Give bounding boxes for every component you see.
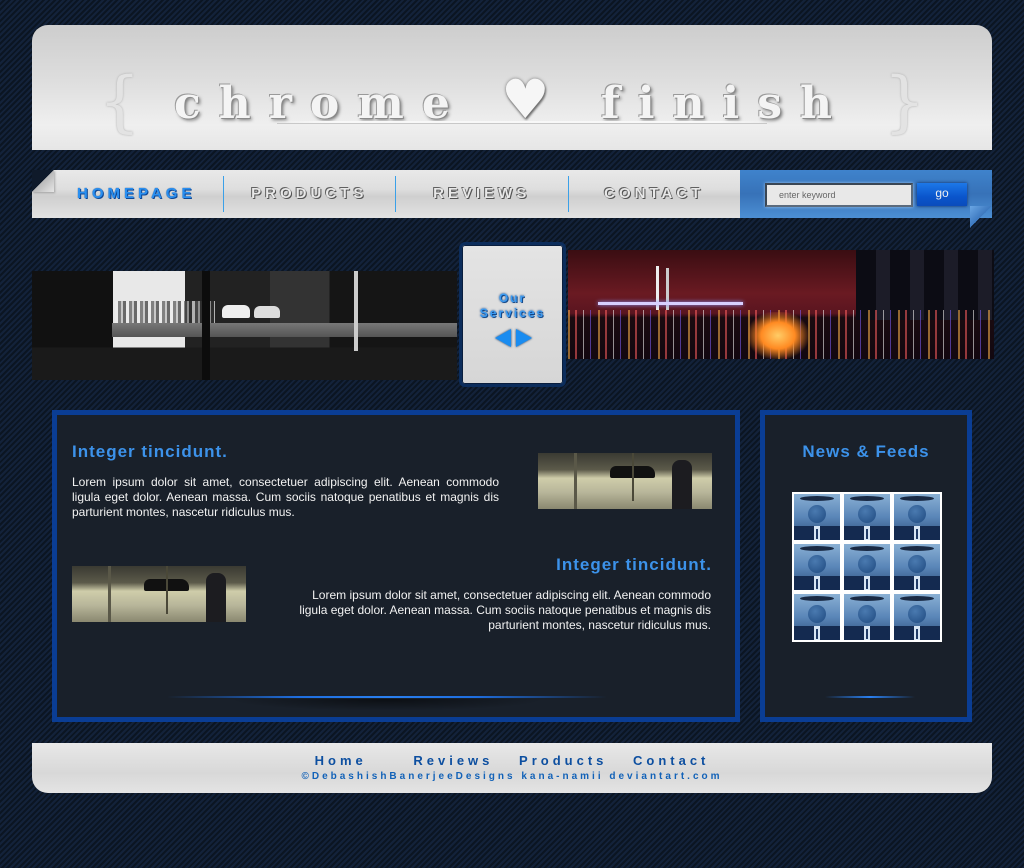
news-thumbnail-apple: [858, 505, 876, 523]
site-footer: Home Reviews Products Contact ©Debashish…: [32, 743, 992, 793]
glow-divider: [167, 696, 607, 698]
banner-image-harbor-night: [568, 250, 994, 359]
news-thumbnail-hat: [850, 596, 884, 601]
news-thumbnail-tie: [864, 576, 870, 590]
nav-item-homepage[interactable]: HOMEPAGE: [50, 176, 223, 212]
logo-left-brace: {: [98, 63, 141, 140]
news-thumbnail[interactable]: [842, 542, 892, 592]
site-logo[interactable]: { chrome ♥ finish }: [32, 63, 992, 140]
logo-underline: [277, 121, 767, 123]
news-thumbnail[interactable]: [842, 492, 892, 542]
news-thumbnail-apple: [808, 505, 826, 523]
news-thumbnail-hat: [800, 496, 834, 501]
news-thumbnail-hat: [800, 546, 834, 551]
news-thumbnail-apple: [908, 605, 926, 623]
news-thumbnail-tie: [864, 626, 870, 640]
services-panel: Our Services: [459, 242, 566, 387]
footer-link-products[interactable]: Products: [519, 753, 607, 768]
nav-item-products[interactable]: PRODUCTS: [223, 176, 395, 212]
article-thumbnail[interactable]: [538, 453, 712, 509]
news-thumbnail[interactable]: [892, 592, 942, 642]
banner-bridge: [598, 302, 743, 305]
news-thumbnail-hat: [900, 546, 934, 551]
footer-link-reviews[interactable]: Reviews: [413, 753, 493, 768]
news-thumbnail-apple: [858, 605, 876, 623]
article-heading: Integer tincidunt.: [72, 442, 228, 461]
footer-nav: Home Reviews Products Contact: [32, 753, 992, 768]
banner-glow: [748, 312, 808, 359]
news-thumbnail-tie: [814, 576, 820, 590]
search-go-button[interactable]: go: [917, 183, 967, 206]
banner-pole: [202, 271, 210, 380]
article-body: Lorem ipsum dolor sit amet, consectetuer…: [72, 475, 499, 519]
news-thumbnail[interactable]: [842, 592, 892, 642]
article-body: Lorem ipsum dolor sit amet, consectetuer…: [299, 588, 711, 632]
arrow-right-icon[interactable]: [516, 329, 532, 347]
thumb-pole: [632, 453, 634, 501]
news-thumbnail-apple: [808, 555, 826, 573]
news-thumbnail-tie: [864, 526, 870, 540]
search-corner-fold: [970, 206, 992, 228]
services-title-line1: Our: [498, 291, 527, 305]
news-thumbnail-tie: [814, 626, 820, 640]
footer-credit: ©DebashishBanerjeeDesigns kana-namii dev…: [301, 771, 723, 782]
search-input[interactable]: [765, 183, 913, 207]
footer-link-home[interactable]: Home: [315, 753, 367, 768]
news-thumbnail-apple: [908, 505, 926, 523]
footer-link-contact[interactable]: Contact: [633, 753, 709, 768]
news-thumbnail[interactable]: [792, 492, 842, 542]
thumb-person: [672, 460, 692, 509]
news-thumbnail-hat: [850, 546, 884, 551]
arrow-left-icon[interactable]: [495, 329, 511, 347]
news-thumbnail[interactable]: [792, 592, 842, 642]
banner-pole: [354, 271, 358, 351]
thumb-person: [206, 573, 226, 622]
main-content-panel: Integer tincidunt. Lorem ipsum dolor sit…: [52, 410, 740, 722]
banner-car: [222, 305, 250, 318]
search-bar: go: [740, 170, 992, 228]
banner-image-street: [32, 271, 457, 380]
glow-divider-shadow: [227, 699, 547, 711]
news-thumbnail-tie: [814, 526, 820, 540]
news-feeds-panel: News & Feeds: [760, 410, 972, 722]
nav-item-contact[interactable]: CONTACT: [568, 176, 740, 212]
news-thumbnail-hat: [900, 596, 934, 601]
thumb-pole: [574, 453, 577, 509]
services-title[interactable]: Our Services: [462, 291, 563, 321]
news-thumbnail-tie: [914, 526, 920, 540]
news-title: News & Feeds: [802, 442, 930, 461]
news-thumbnail-apple: [808, 605, 826, 623]
banner-road: [112, 323, 457, 337]
news-thumbnail[interactable]: [892, 492, 942, 542]
news-thumbnail[interactable]: [792, 542, 842, 592]
thumb-pole: [108, 566, 111, 622]
main-nav: HOMEPAGE PRODUCTS REVIEWS CONTACT: [32, 170, 740, 218]
news-thumbnail[interactable]: [892, 542, 942, 592]
news-thumbnail-apple: [908, 555, 926, 573]
news-thumbnail-tie: [914, 626, 920, 640]
news-thumbnail-hat: [900, 496, 934, 501]
glow-divider: [825, 696, 915, 698]
news-thumbnail-hat: [800, 596, 834, 601]
services-title-line2: Services: [479, 306, 546, 320]
news-thumbnail-grid: [792, 492, 942, 642]
news-thumbnail-hat: [850, 496, 884, 501]
banner-crowd: [115, 301, 215, 323]
site-header: { chrome ♥ finish }: [32, 25, 992, 150]
thumb-pole: [166, 566, 168, 614]
nav-item-reviews[interactable]: REVIEWS: [396, 176, 568, 212]
article-heading: Integer tincidunt.: [556, 555, 712, 574]
news-thumbnail-tie: [914, 576, 920, 590]
article-thumbnail[interactable]: [72, 566, 246, 622]
banner-car: [254, 306, 280, 318]
logo-right-brace: }: [883, 63, 926, 140]
news-thumbnail-apple: [858, 555, 876, 573]
